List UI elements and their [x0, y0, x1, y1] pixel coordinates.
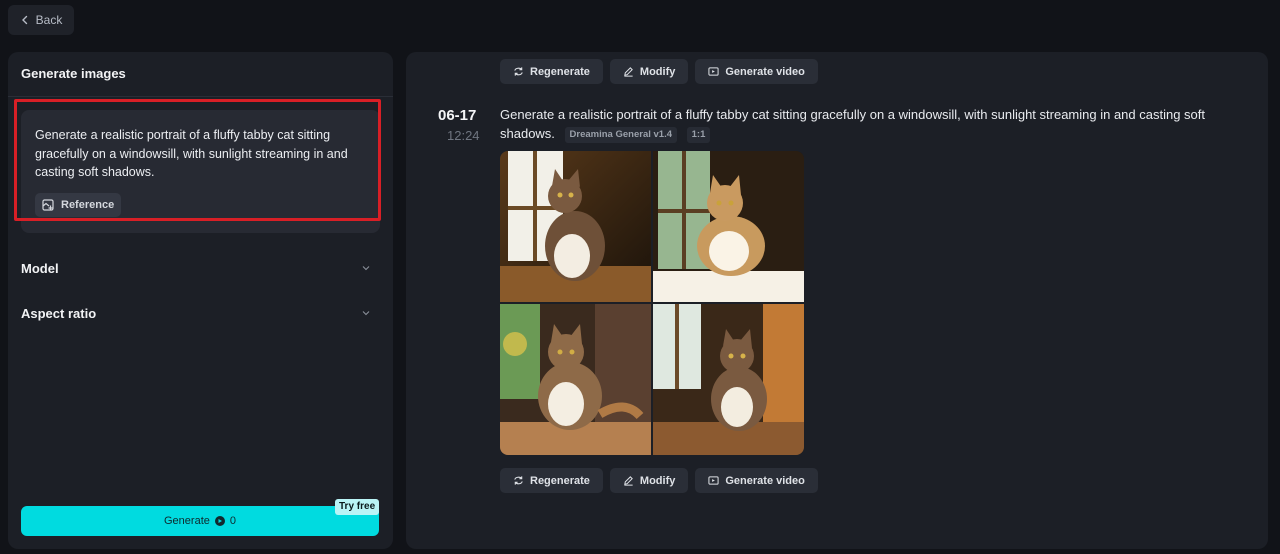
- prompt-text[interactable]: Generate a realistic portrait of a fluff…: [35, 126, 371, 182]
- action-row-top: Regenerate Modify Generate video: [500, 59, 818, 84]
- generated-image-2[interactable]: [653, 151, 804, 302]
- generated-image-3[interactable]: [500, 304, 651, 455]
- model-label: Model: [21, 260, 59, 276]
- regenerate-icon: [514, 476, 523, 485]
- generate-cost: 0: [229, 515, 236, 527]
- model-selector[interactable]: Model: [21, 258, 371, 278]
- aspect-ratio-label: Aspect ratio: [21, 305, 97, 321]
- back-button[interactable]: Back: [8, 5, 74, 35]
- history-time: 12:24: [447, 128, 480, 143]
- modify-button[interactable]: Modify: [609, 59, 689, 84]
- generate-video-label: Generate video: [725, 474, 805, 487]
- panel-title: Generate images: [21, 66, 126, 81]
- regenerate-label: Regenerate: [530, 65, 590, 78]
- reference-image-icon: [42, 199, 54, 211]
- model-tag: Dreamina General v1.4: [564, 127, 677, 143]
- regenerate-label: Regenerate: [530, 474, 590, 487]
- regenerate-icon: [514, 67, 523, 76]
- pencil-icon: [624, 67, 633, 77]
- modify-button[interactable]: Modify: [609, 468, 689, 493]
- video-icon: [708, 67, 719, 76]
- chevron-down-icon: [362, 311, 370, 316]
- pencil-icon: [624, 476, 633, 486]
- image-grid: [500, 151, 804, 455]
- prompt-input[interactable]: Generate a realistic portrait of a fluff…: [21, 110, 380, 233]
- cat-image: [500, 151, 651, 302]
- reference-label: Reference: [61, 199, 115, 211]
- generated-image-1[interactable]: [500, 151, 651, 302]
- video-icon: [708, 476, 719, 485]
- action-row-bottom: Regenerate Modify Generate video: [500, 468, 818, 493]
- ratio-tag: 1:1: [686, 127, 711, 143]
- history-date: 06-17: [438, 107, 477, 124]
- modify-label: Modify: [639, 65, 676, 78]
- generate-video-label: Generate video: [725, 65, 805, 78]
- try-free-badge: Try free: [335, 499, 380, 515]
- regenerate-button[interactable]: Regenerate: [500, 59, 603, 84]
- generate-button[interactable]: Generate 0: [21, 506, 379, 536]
- generate-label: Generate: [164, 515, 210, 527]
- back-label: Back: [35, 13, 63, 27]
- history-prompt: Generate a realistic portrait of a fluff…: [500, 105, 1240, 143]
- aspect-ratio-selector[interactable]: Aspect ratio: [21, 303, 371, 323]
- modify-label: Modify: [639, 474, 676, 487]
- cat-image: [500, 304, 651, 455]
- panel-divider: [8, 96, 393, 97]
- regenerate-button[interactable]: Regenerate: [500, 468, 603, 493]
- credit-icon: [214, 516, 225, 526]
- reference-button[interactable]: Reference: [35, 193, 122, 217]
- generate-video-button[interactable]: Generate video: [695, 468, 818, 493]
- history-panel: Regenerate Modify Generate video 06-17 1…: [406, 52, 1268, 549]
- generate-video-button[interactable]: Generate video: [695, 59, 818, 84]
- cat-image: [653, 304, 804, 455]
- chevron-left-icon: [21, 15, 27, 25]
- chevron-down-icon: [362, 266, 370, 271]
- generated-image-4[interactable]: [653, 304, 804, 455]
- cat-image: [653, 151, 804, 302]
- generate-panel: Generate images Generate a realistic por…: [8, 52, 393, 549]
